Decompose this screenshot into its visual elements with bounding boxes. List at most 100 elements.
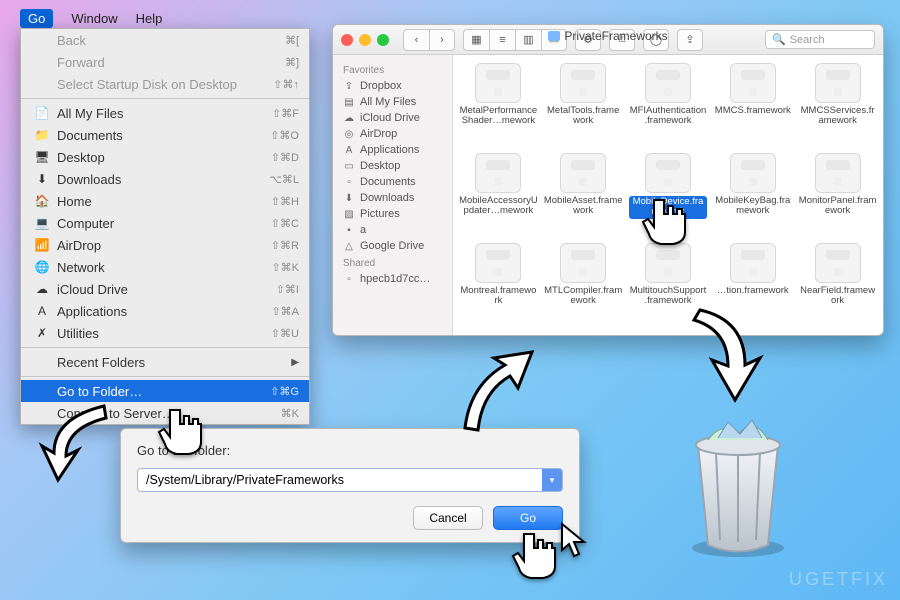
framework-icon bbox=[730, 153, 776, 193]
framework-item[interactable]: MTLCompiler.framework bbox=[542, 241, 625, 329]
finder-sidebar: Favorites ⇪Dropbox▤All My Files☁iCloud D… bbox=[333, 55, 453, 335]
framework-icon bbox=[475, 63, 521, 103]
go-menu: Back⌘[ Forward⌘] Select Startup Disk on … bbox=[20, 28, 310, 425]
framework-item[interactable]: NearField.framework bbox=[796, 241, 879, 329]
sidebar-item-6[interactable]: ▫Documents bbox=[337, 174, 448, 190]
sidebar-item-7[interactable]: ⬇Downloads bbox=[337, 190, 448, 206]
framework-item[interactable]: MetalPerformanceShader…mework bbox=[457, 61, 540, 149]
place-icon: 📄 bbox=[33, 106, 51, 120]
window-title: PrivateFrameworks bbox=[333, 29, 883, 43]
place-icon: 💻 bbox=[33, 216, 51, 230]
sidebar-item-2[interactable]: ☁iCloud Drive bbox=[337, 110, 448, 126]
menu-go[interactable]: Go bbox=[20, 9, 53, 28]
go-place-4[interactable]: 🏠Home⇧⌘H bbox=[21, 190, 309, 212]
framework-item[interactable]: MobileKeyBag.framework bbox=[711, 151, 794, 239]
go-place-5[interactable]: 💻Computer⇧⌘C bbox=[21, 212, 309, 234]
framework-icon bbox=[815, 63, 861, 103]
sidebar-shared-0[interactable]: ▫hpecb1d7cc… bbox=[337, 271, 448, 287]
go-place-2[interactable]: 🖥Desktop⇧⌘D bbox=[21, 146, 309, 168]
sidebar-icon: ◎ bbox=[343, 129, 355, 140]
framework-item[interactable]: MMCS.framework bbox=[711, 61, 794, 149]
go-place-8[interactable]: ☁iCloud Drive⇧⌘I bbox=[21, 278, 309, 300]
framework-icon bbox=[815, 243, 861, 283]
place-icon: 🖥 bbox=[33, 150, 51, 164]
sidebar-item-5[interactable]: ▭Desktop bbox=[337, 158, 448, 174]
menubar: Go Window Help bbox=[20, 8, 162, 28]
framework-item[interactable]: MobileAsset.framework bbox=[542, 151, 625, 239]
framework-item[interactable]: Montreal.framework bbox=[457, 241, 540, 329]
framework-icon bbox=[560, 243, 606, 283]
framework-icon bbox=[645, 63, 691, 103]
framework-item[interactable]: MobileAccessoryUpdater…mework bbox=[457, 151, 540, 239]
framework-icon bbox=[560, 63, 606, 103]
go-forward: Forward⌘] bbox=[21, 51, 309, 73]
sidebar-icon: ▤ bbox=[343, 97, 355, 108]
sidebar-item-10[interactable]: △Google Drive bbox=[337, 238, 448, 254]
sidebar-icon: ⬇ bbox=[343, 193, 355, 204]
go-place-10[interactable]: ✗Utilities⇧⌘U bbox=[21, 322, 309, 344]
framework-icon bbox=[730, 243, 776, 283]
go-button[interactable]: Go bbox=[493, 506, 563, 530]
sidebar-icon: ▭ bbox=[343, 161, 355, 172]
path-input[interactable] bbox=[138, 473, 542, 487]
go-place-1[interactable]: 📁Documents⇧⌘O bbox=[21, 124, 309, 146]
framework-icon bbox=[645, 243, 691, 283]
sidebar-icon: △ bbox=[343, 241, 355, 252]
go-place-6[interactable]: 📶AirDrop⇧⌘R bbox=[21, 234, 309, 256]
menu-window[interactable]: Window bbox=[71, 11, 117, 26]
menu-help[interactable]: Help bbox=[136, 11, 163, 26]
framework-icon bbox=[475, 153, 521, 193]
trash-icon[interactable] bbox=[668, 390, 808, 560]
go-recent-folders[interactable]: Recent Folders▶ bbox=[21, 351, 309, 373]
go-to-folder[interactable]: Go to Folder…⇧⌘G bbox=[21, 380, 309, 402]
go-place-3[interactable]: ⬇Downloads⌥⌘L bbox=[21, 168, 309, 190]
framework-item[interactable]: MFIAuthentication.framework bbox=[627, 61, 710, 149]
file-grid: MetalPerformanceShader…meworkMetalTools.… bbox=[453, 55, 883, 335]
framework-item[interactable]: MetalTools.framework bbox=[542, 61, 625, 149]
sidebar-icon: ▧ bbox=[343, 209, 355, 220]
place-icon: 🌐 bbox=[33, 260, 51, 274]
sidebar-item-9[interactable]: ▪a bbox=[337, 222, 448, 238]
go-place-0[interactable]: 📄All My Files⇧⌘F bbox=[21, 102, 309, 124]
framework-item[interactable]: …tion.framework bbox=[711, 241, 794, 329]
sidebar-favorites-header: Favorites bbox=[337, 61, 448, 78]
sidebar-item-0[interactable]: ⇪Dropbox bbox=[337, 78, 448, 94]
go-place-7[interactable]: 🌐Network⇧⌘K bbox=[21, 256, 309, 278]
go-back: Back⌘[ bbox=[21, 29, 309, 51]
cancel-button[interactable]: Cancel bbox=[413, 506, 483, 530]
finder-window: ‹› ▦ ≡ ▥ ▭ ⚙ ⍐ ◯ ⇪ PrivateFrameworks 🔍Se… bbox=[332, 24, 884, 336]
sidebar-item-3[interactable]: ◎AirDrop bbox=[337, 126, 448, 142]
framework-item[interactable]: MobileDevice.framework bbox=[627, 151, 710, 239]
watermark: UGETFIX bbox=[789, 569, 888, 590]
go-startup-disk: Select Startup Disk on Desktop⇧⌘↑ bbox=[21, 73, 309, 95]
place-icon: ☁ bbox=[33, 282, 51, 296]
sidebar-icon: ▫ bbox=[343, 177, 355, 188]
framework-icon bbox=[560, 153, 606, 193]
place-icon: ⬇ bbox=[33, 172, 51, 186]
framework-item[interactable]: MMCSServices.framework bbox=[796, 61, 879, 149]
framework-item[interactable]: MonitorPanel.framework bbox=[796, 151, 879, 239]
place-icon: 🏠 bbox=[33, 194, 51, 208]
place-icon: 📁 bbox=[33, 128, 51, 142]
chevron-down-icon[interactable]: ▾ bbox=[542, 469, 562, 491]
framework-icon bbox=[815, 153, 861, 193]
go-place-9[interactable]: AApplications⇧⌘A bbox=[21, 300, 309, 322]
sidebar-icon: ⇪ bbox=[343, 81, 355, 92]
path-combobox[interactable]: ▾ bbox=[137, 468, 563, 492]
sidebar-shared-header: Shared bbox=[337, 254, 448, 271]
sidebar-icon: A bbox=[343, 145, 355, 156]
folder-icon bbox=[548, 31, 560, 41]
go-to-folder-dialog: Go to the folder: ▾ Cancel Go bbox=[120, 428, 580, 543]
sidebar-item-1[interactable]: ▤All My Files bbox=[337, 94, 448, 110]
framework-icon bbox=[475, 243, 521, 283]
framework-item[interactable]: MultitouchSupport.framework bbox=[627, 241, 710, 329]
place-icon: A bbox=[33, 304, 51, 318]
framework-icon bbox=[645, 153, 691, 193]
dialog-title: Go to the folder: bbox=[137, 443, 563, 458]
flow-arrow-2 bbox=[440, 340, 540, 440]
sidebar-icon: ▪ bbox=[343, 225, 355, 236]
sidebar-item-4[interactable]: AApplications bbox=[337, 142, 448, 158]
finder-titlebar: ‹› ▦ ≡ ▥ ▭ ⚙ ⍐ ◯ ⇪ PrivateFrameworks 🔍Se… bbox=[333, 25, 883, 55]
go-connect-server[interactable]: Connect to Server…⌘K bbox=[21, 402, 309, 424]
sidebar-item-8[interactable]: ▧Pictures bbox=[337, 206, 448, 222]
